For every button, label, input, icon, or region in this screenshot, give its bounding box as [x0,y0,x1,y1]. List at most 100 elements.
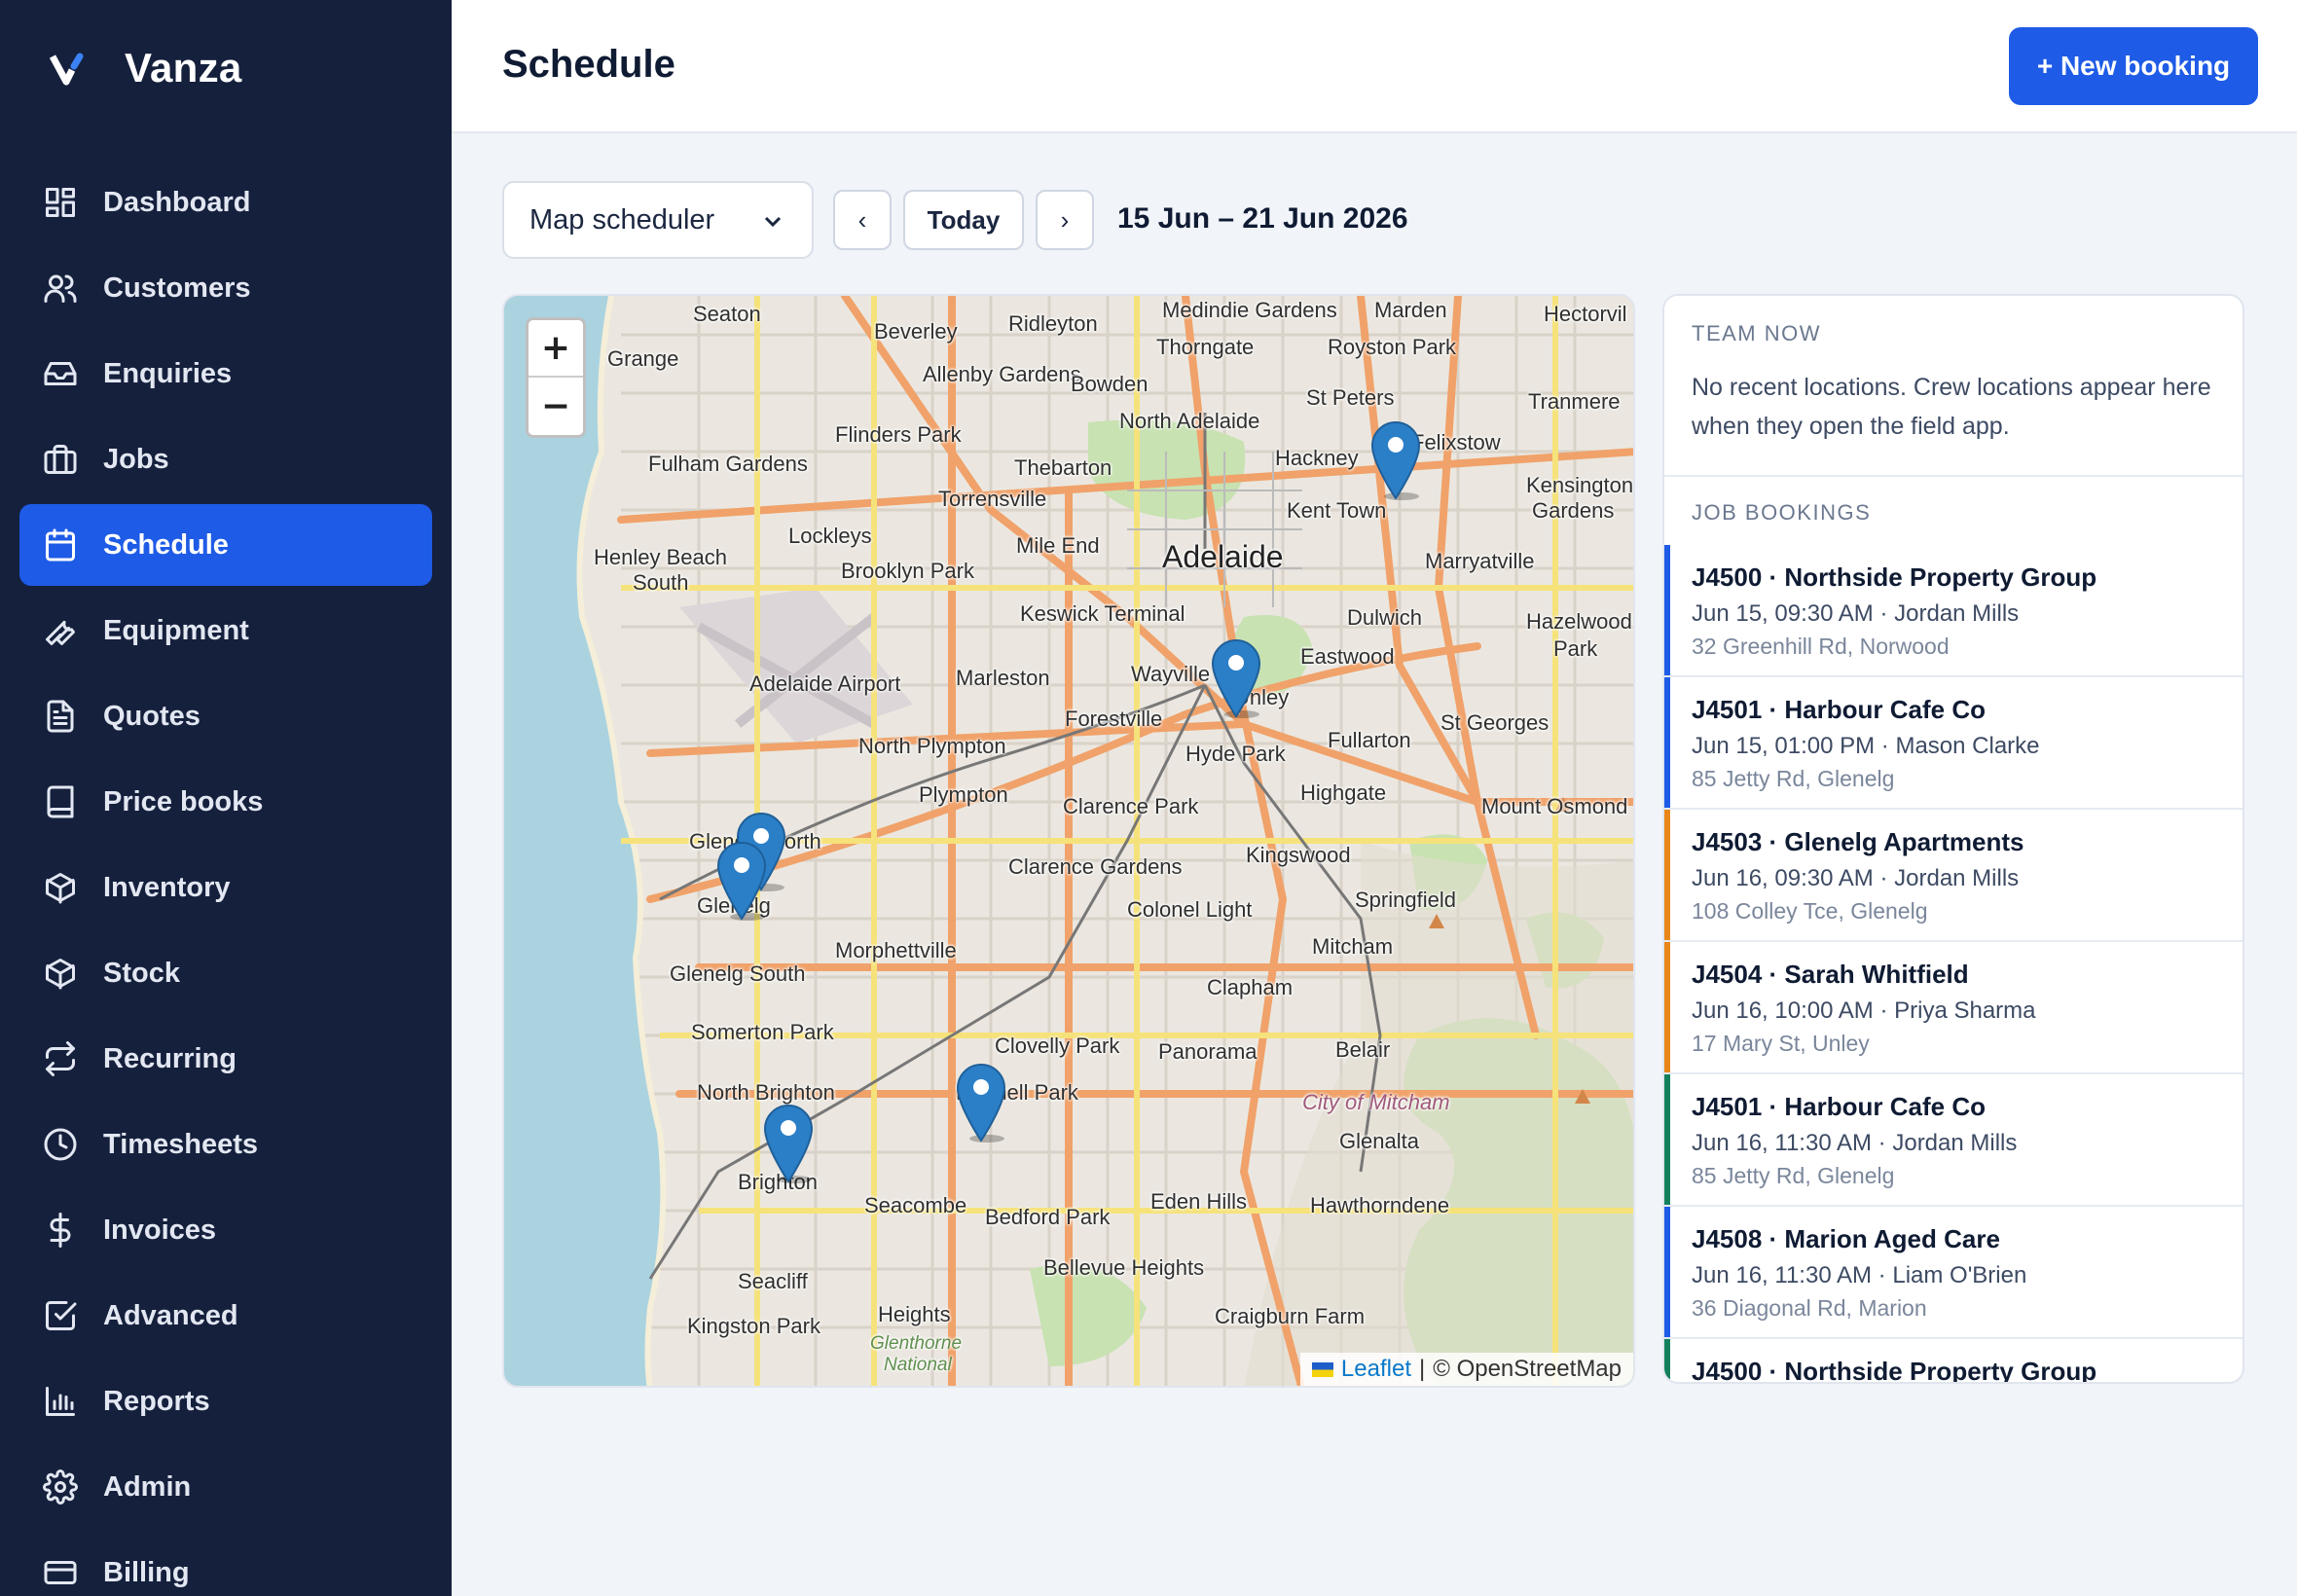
zoom-out-button[interactable]: − [529,378,583,435]
sidebar-item-stock[interactable]: Stock [19,932,432,1014]
map-place-label: Mount Osmond [1481,794,1628,818]
map-place-label: North Brighton [697,1080,835,1105]
brand[interactable]: Vanza [47,43,242,93]
map-place-label: Hazelwood [1526,609,1632,634]
map-place-label: Bedford Park [985,1205,1111,1229]
sidebar-item-label: Stock [103,957,180,989]
new-booking-button[interactable]: + New booking [2009,27,2258,105]
vanza-logo-icon [49,53,84,86]
map-place-label: Hawthorndene [1310,1193,1450,1217]
checkbox-icon [46,1301,77,1330]
map-place-label: Flinders Park [835,422,962,447]
job-color-bar [1664,1207,1670,1337]
map-place-label: Somerton Park [691,1020,834,1044]
job-title: J4503 · Glenelg Apartments [1692,827,2024,856]
leaflet-link[interactable]: Leaflet [1341,1356,1411,1383]
map-place-label: Clovelly Park [995,1034,1120,1058]
job-title: J4508 · Marion Aged Care [1692,1224,2000,1253]
sidebar-item-label: Billing [103,1556,190,1588]
map-place-label: Medindie Gardens [1162,298,1337,322]
map-place-label: Kingston Park [687,1314,820,1338]
prev-week-button[interactable]: ‹ [833,190,892,250]
job-title: J4504 · Sarah Whitfield [1692,960,1969,989]
sidebar-item-invoices[interactable]: Invoices [19,1189,432,1271]
zoom-in-button[interactable]: + [529,320,583,378]
job-booking-item[interactable]: J4508 · Marion Aged Care Jun 16, 11:30 A… [1664,1207,2242,1339]
map-place-label: Seacliff [738,1269,808,1293]
box-icon [46,959,75,990]
job-booking-item[interactable]: J4500 · Northside Property Group [1664,1339,2242,1382]
gear-icon [43,1469,78,1505]
map-pin-icon [716,842,767,921]
sidebar-item-jobs[interactable]: Jobs [19,418,432,500]
job-location-marker[interactable] [716,841,767,921]
sidebar-item-admin[interactable]: Admin [19,1446,432,1528]
repeat-icon [46,1041,75,1076]
sidebar-nav: Dashboard Customers Enquiries Jobs Sched… [19,162,432,1596]
sidebar-item-dashboard[interactable]: Dashboard [19,162,432,243]
job-booking-item[interactable]: J4501 · Harbour Cafe Co Jun 16, 11:30 AM… [1664,1074,2242,1207]
sidebar-item-label: Admin [103,1470,192,1503]
sidebar-item-price-books[interactable]: Price books [19,761,432,843]
job-booking-item[interactable]: J4504 · Sarah Whitfield Jun 16, 10:00 AM… [1664,942,2242,1074]
map-place-label: Lockleys [788,524,872,548]
map-place-label: Eastwood [1300,644,1395,669]
job-address: 17 Mary St, Unley [1692,1031,1870,1056]
job-color-bar [1664,1074,1670,1205]
sidebar-item-recurring[interactable]: Recurring [19,1018,432,1100]
wrench-icon [46,620,75,645]
job-booking-item[interactable]: J4500 · Northside Property Group Jun 15,… [1664,545,2242,677]
sidebar-item-label: Invoices [103,1214,217,1246]
today-button[interactable]: Today [903,190,1024,250]
sidebar-item-enquiries[interactable]: Enquiries [19,333,432,415]
bar-chart-icon [46,1387,75,1416]
map-place-label: North Plympton [858,734,1006,758]
sidebar-item-advanced[interactable]: Advanced [19,1275,432,1357]
sidebar-item-label: Recurring [103,1042,237,1074]
calendar-icon [46,528,75,562]
job-booking-item[interactable]: J4503 · Glenelg Apartments Jun 16, 09:30… [1664,810,2242,942]
sidebar-item-timesheets[interactable]: Timesheets [19,1104,432,1185]
map-place-label: Springfield [1355,888,1456,912]
map-place-label: South [633,570,689,595]
sidebar-item-label: Enquiries [103,357,233,389]
map-place-label: North Adelaide [1119,409,1260,433]
job-color-bar [1664,810,1670,940]
job-location-marker[interactable] [1211,638,1261,718]
map-view[interactable]: Seaton Beverley Ridleyton Medindie Garde… [502,294,1635,1388]
job-location-marker[interactable] [1370,420,1421,500]
job-booking-item[interactable]: J4501 · Harbour Cafe Co Jun 15, 01:00 PM… [1664,677,2242,810]
map-pin-icon [763,1105,814,1183]
job-location-marker[interactable] [956,1063,1006,1143]
map-place-label: Mile End [1016,533,1100,558]
map-place-label: Marryatville [1425,549,1535,573]
map-place-label: Glenalta [1339,1129,1419,1153]
map-place-label: Clarence Gardens [1008,854,1183,879]
next-week-button[interactable]: › [1036,190,1094,250]
map-place-label: Eden Hills [1150,1189,1248,1214]
map-place-label: Plympton [919,782,1008,807]
sidebar-item-label: Reports [103,1385,210,1417]
job-location-marker[interactable] [763,1104,814,1183]
map-place-label: Tranmere [1528,389,1621,414]
map-pin-icon [956,1064,1006,1143]
sidebar-item-inventory[interactable]: Inventory [19,847,432,928]
view-select[interactable]: Map scheduler [502,181,814,259]
map-place-label: Glenthorne [870,1333,963,1354]
sidebar-item-quotes[interactable]: Quotes [19,675,432,757]
users-icon [44,274,77,303]
map-place-label: Thorngate [1156,335,1255,359]
ukraine-flag-icon [1311,1361,1333,1377]
schedule-controls: Map scheduler ‹ Today › 15 Jun – 21 Jun … [502,181,1476,259]
attribution-separator: | [1418,1356,1426,1382]
map-place-label: Hyde Park [1185,742,1286,766]
sidebar-item-schedule[interactable]: Schedule [19,504,432,586]
job-title: J4501 · Harbour Cafe Co [1692,1092,1986,1121]
sidebar-item-equipment[interactable]: Equipment [19,590,432,671]
map-place-label: National [884,1355,952,1375]
sidebar-item-reports[interactable]: Reports [19,1360,432,1442]
map-place-label: Fullarton [1328,728,1411,752]
team-now-label: TEAM NOW [1692,321,1821,345]
sidebar-item-customers[interactable]: Customers [19,247,432,329]
sidebar-item-billing[interactable]: Billing [19,1532,432,1596]
